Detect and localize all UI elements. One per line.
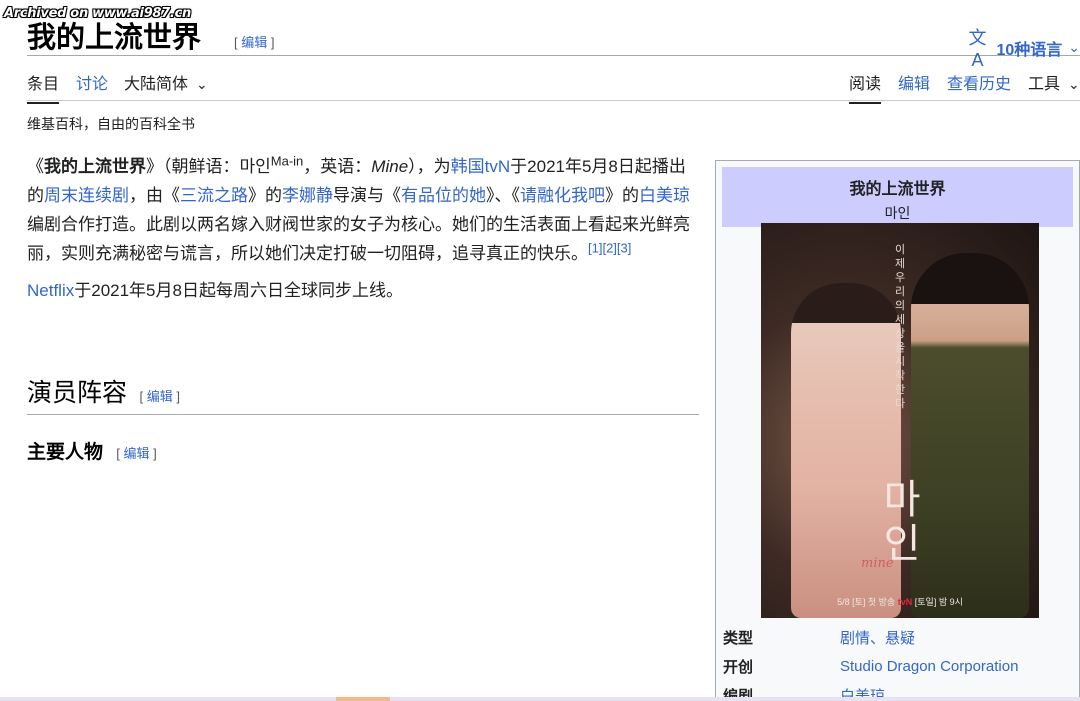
poster-date: 5/8 [토] 첫 방송 tvN [토일] 밤 9시 — [761, 595, 1039, 608]
cast-heading-text: 演员阵容 — [27, 378, 128, 407]
link-netflix[interactable]: Netflix — [27, 281, 74, 300]
link-director[interactable]: 李娜静 — [282, 186, 333, 205]
subsection-edit-link[interactable]: 编辑 — [124, 446, 150, 461]
section-edit-link[interactable]: 编辑 — [147, 389, 173, 404]
site-tagline: 维基百科，自由的百科全书 — [27, 116, 195, 132]
chevron-down-icon: ⌄ — [1068, 76, 1080, 92]
archive-watermark: Archived on www.ai987.cn — [4, 6, 191, 21]
article-body: 《我的上流世界》（朝鲜语：마인Ma-in，英语：Mine），为韩国tvN 于202… — [27, 152, 699, 313]
text-run: 》的 — [605, 186, 639, 205]
infobox-row-creator: 开创 Studio Dragon Corporation — [716, 652, 1079, 681]
text-run: 》、《 — [486, 186, 520, 205]
poster-channel: tvN — [897, 597, 913, 607]
bottom-scroll-bar — [0, 697, 1080, 701]
text-run: ，英语： — [303, 157, 372, 176]
bold-title: 我的上流世界 — [44, 157, 146, 176]
poster-title: 마인 — [883, 477, 921, 567]
tools-dropdown[interactable]: 工具 ⌄ — [1028, 70, 1080, 94]
page-tabs: 条目 讨论 大陆简体 ⌄ 阅读 编辑 查看历史 工具 ⌄ — [27, 56, 1080, 104]
text-run: ），为 — [408, 157, 451, 176]
tab-read[interactable]: 阅读 — [849, 70, 882, 104]
link-writer[interactable]: 白美琼 — [639, 186, 690, 205]
chevron-down-icon: ⌄ — [196, 76, 208, 92]
infobox-key: 开创 — [723, 659, 754, 676]
poster-date-text: 5/8 [토] 첫 방송 — [837, 597, 896, 607]
text-run: 》的 — [248, 186, 282, 205]
infobox: 我的上流世界 마인 이제 우리의 세상을 시작한다 마인 mine 5/8 [토… — [715, 160, 1080, 701]
romanization: Ma-in — [270, 153, 304, 169]
poster-tagline: 이제 우리의 세상을 시작한다 — [894, 244, 906, 410]
citation-links[interactable]: [1][2][3] — [588, 240, 631, 255]
link-fight-for-my-way[interactable]: 三流之路 — [180, 186, 248, 205]
poster-time-text: [토일] 밤 9시 — [914, 597, 963, 607]
main-heading-text: 主要人物 — [27, 442, 104, 463]
infobox-title: 我的上流世界 — [849, 181, 946, 198]
link-tvn[interactable]: 韩国tvN — [451, 157, 511, 176]
title-edit-link[interactable]: 编辑 — [241, 35, 267, 50]
variant-label: 大陆简体 — [124, 76, 189, 93]
infobox-key: 类型 — [723, 630, 754, 647]
infobox-value-link[interactable]: Studio Dragon Corporation — [840, 658, 1018, 675]
tab-history[interactable]: 查看历史 — [947, 70, 1011, 94]
poster-figure-right — [911, 253, 1029, 618]
tools-label: 工具 — [1028, 76, 1061, 93]
netflix-paragraph: Netflix于2021年5月8日起每周六日全球同步上线。 — [27, 276, 699, 305]
tab-edit[interactable]: 编辑 — [898, 70, 930, 94]
text-run: 导演与《 — [333, 186, 401, 205]
text-run: 《 — [27, 157, 44, 176]
infobox-subtitle: 마인 — [884, 205, 911, 221]
section-heading-cast: 演员阵容 [ 编辑 ] — [27, 373, 699, 415]
text-run: 于2021年5月8日起每周六日全球同步上线。 — [74, 281, 403, 300]
link-weekend-drama[interactable]: 周末连续剧 — [44, 186, 129, 205]
chevron-down-icon: ⌄ — [1068, 39, 1080, 55]
infobox-value-link[interactable]: 剧情、悬疑 — [840, 627, 915, 648]
intro-paragraph: 《我的上流世界》（朝鲜语：마인Ma-in，英语：Mine），为韩国tvN于202… — [27, 152, 699, 268]
text-run: ，由《 — [129, 186, 180, 205]
infobox-row-genre: 类型 剧情、悬疑 — [716, 623, 1079, 652]
scroll-indicator — [336, 697, 390, 701]
subsection-edit: [ 编辑 ] — [116, 446, 157, 461]
poster-image[interactable]: 이제 우리의 세상을 시작한다 마인 mine 5/8 [토] 첫 방송 tvN… — [761, 223, 1039, 618]
tab-article[interactable]: 条目 — [27, 70, 60, 104]
section-heading-main-characters: 主要人物 [ 编辑 ] — [27, 437, 157, 464]
infobox-header: 我的上流世界 마인 — [722, 167, 1073, 227]
section-edit: [ 编辑 ] — [139, 389, 180, 404]
title-edit: [ 编辑 ] — [234, 35, 275, 50]
text-run: 》（朝鲜语：마인 — [146, 157, 271, 176]
infobox-rows: 类型 剧情、悬疑 开创 Studio Dragon Corporation 编剧… — [716, 623, 1079, 700]
variant-dropdown[interactable]: 大陆简体 ⌄ — [124, 70, 208, 94]
link-artificial-city[interactable]: 有品位的她 — [401, 186, 486, 205]
link-melting-me[interactable]: 请融化我吧 — [520, 186, 605, 205]
tab-talk[interactable]: 讨论 — [76, 70, 108, 94]
text-run: 编剧合作打造。此剧以两名嫁入财阀世家的女子为核心。她们的生活表面上看起来光鲜亮丽… — [27, 215, 690, 263]
poster-logo: mine — [861, 556, 894, 571]
english-title: Mine — [371, 157, 409, 176]
